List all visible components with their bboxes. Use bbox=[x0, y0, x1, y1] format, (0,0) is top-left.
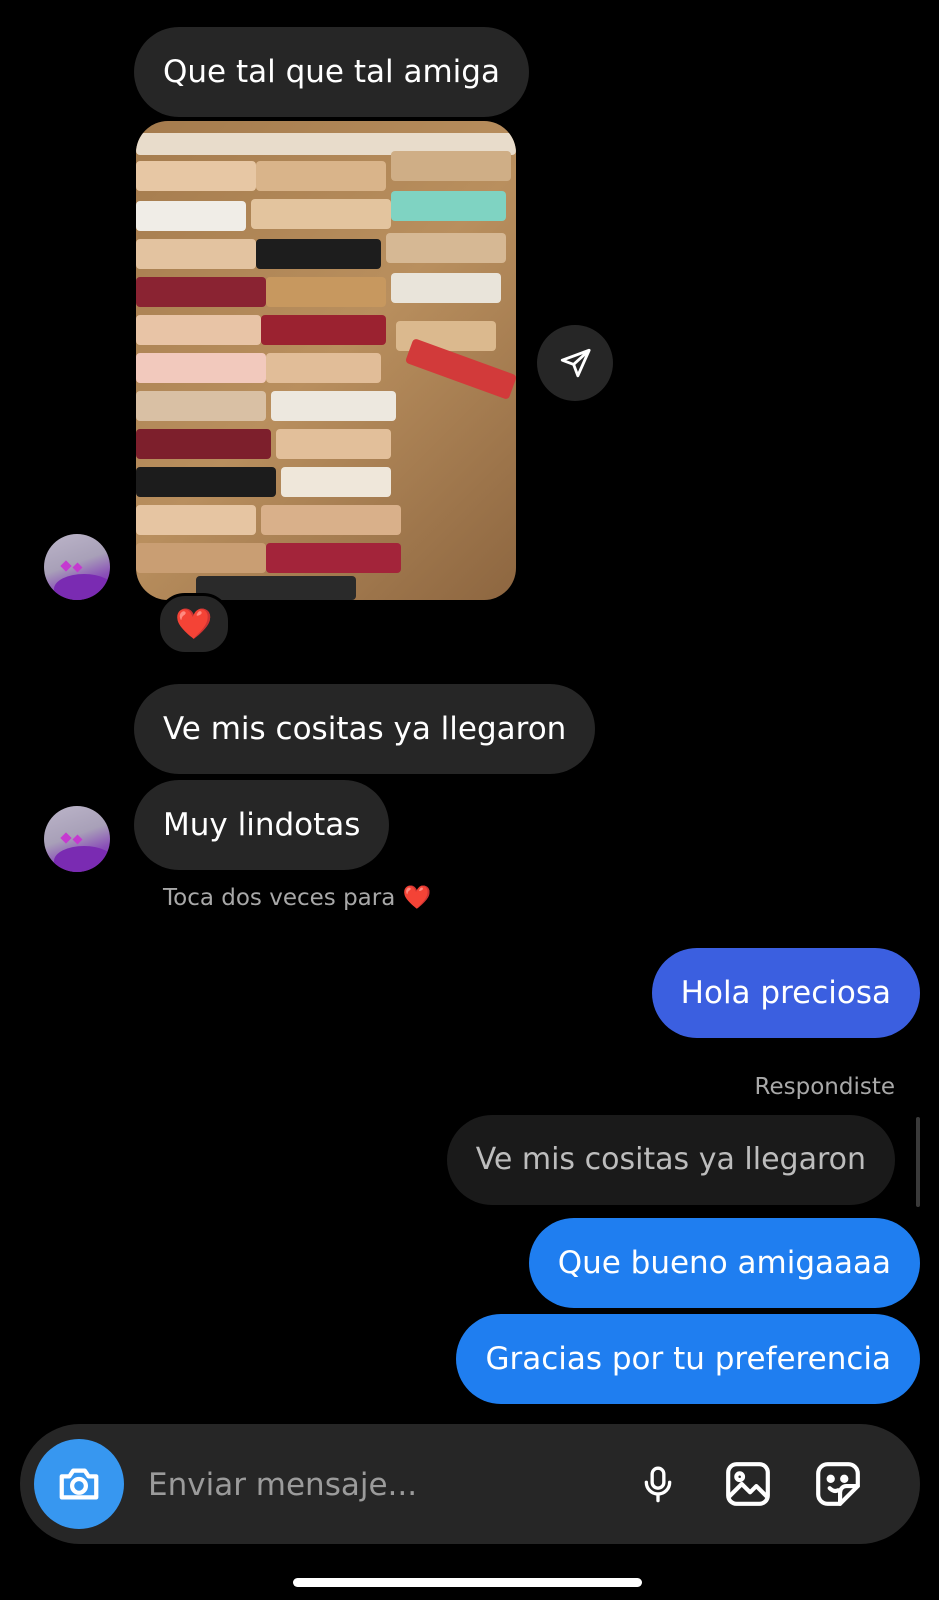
quoted-message[interactable]: Ve mis cositas ya llegaron bbox=[446, 1115, 895, 1205]
avatar-decoration bbox=[54, 574, 110, 600]
photo-content bbox=[196, 576, 356, 600]
photo-content bbox=[256, 161, 386, 191]
photo-content bbox=[136, 161, 256, 191]
send-icon bbox=[560, 348, 591, 378]
outgoing-message[interactable]: Hola preciosa bbox=[651, 948, 920, 1038]
photo-content bbox=[276, 429, 391, 459]
double-tap-hint: Toca dos veces para ❤️ bbox=[163, 884, 431, 911]
photo-content bbox=[136, 277, 266, 307]
photo-content bbox=[266, 543, 401, 573]
share-button[interactable] bbox=[537, 325, 613, 401]
incoming-message[interactable]: Que tal que tal amiga bbox=[134, 27, 529, 117]
sticker-button[interactable] bbox=[808, 1454, 868, 1514]
photo-content bbox=[251, 199, 391, 229]
message-input[interactable] bbox=[146, 1454, 610, 1516]
avatar-decoration bbox=[60, 832, 72, 844]
sticker-icon bbox=[816, 1462, 860, 1506]
heart-icon: ❤️ bbox=[175, 606, 213, 642]
gallery-button[interactable] bbox=[718, 1454, 778, 1514]
microphone-button[interactable] bbox=[628, 1454, 688, 1514]
outgoing-message[interactable]: Gracias por tu preferencia bbox=[456, 1314, 920, 1404]
incoming-message[interactable]: Ve mis cositas ya llegaron bbox=[134, 684, 596, 774]
photo-content bbox=[136, 391, 266, 421]
photo-content bbox=[266, 277, 386, 307]
camera-icon bbox=[59, 1468, 99, 1500]
microphone-icon bbox=[644, 1466, 672, 1503]
quote-indicator bbox=[916, 1117, 920, 1207]
photo-content bbox=[271, 391, 396, 421]
avatar[interactable] bbox=[44, 534, 110, 600]
photo-content bbox=[136, 543, 266, 573]
hint-text: Toca dos veces para bbox=[163, 885, 396, 911]
shared-photo[interactable] bbox=[136, 121, 516, 600]
photo-content bbox=[136, 505, 256, 535]
avatar[interactable] bbox=[44, 806, 110, 872]
gallery-icon bbox=[726, 1462, 770, 1506]
avatar-decoration bbox=[72, 834, 83, 845]
message-composer bbox=[20, 1424, 920, 1544]
photo-content bbox=[261, 505, 401, 535]
photo-content bbox=[256, 239, 381, 269]
photo-content bbox=[136, 353, 266, 383]
home-indicator[interactable] bbox=[293, 1578, 642, 1587]
avatar-decoration bbox=[54, 846, 110, 872]
photo-content bbox=[136, 467, 276, 497]
heart-icon: ❤️ bbox=[402, 885, 432, 911]
photo-content bbox=[266, 353, 381, 383]
outgoing-message[interactable]: Que bueno amigaaaa bbox=[528, 1218, 920, 1308]
heart-reaction[interactable]: ❤️ bbox=[157, 593, 231, 655]
photo-content bbox=[136, 429, 271, 459]
photo-content bbox=[391, 151, 511, 181]
photo-content bbox=[261, 315, 386, 345]
camera-button[interactable] bbox=[34, 1439, 124, 1529]
photo-content bbox=[391, 191, 506, 221]
replied-label: Respondiste bbox=[754, 1074, 895, 1100]
avatar-decoration bbox=[72, 562, 83, 573]
incoming-message[interactable]: Muy lindotas bbox=[134, 780, 390, 870]
avatar-decoration bbox=[60, 560, 72, 572]
photo-content bbox=[136, 315, 261, 345]
photo-content bbox=[136, 239, 256, 269]
photo-content bbox=[386, 233, 506, 263]
photo-content bbox=[391, 273, 501, 303]
photo-content bbox=[281, 467, 391, 497]
photo-content bbox=[136, 201, 246, 231]
